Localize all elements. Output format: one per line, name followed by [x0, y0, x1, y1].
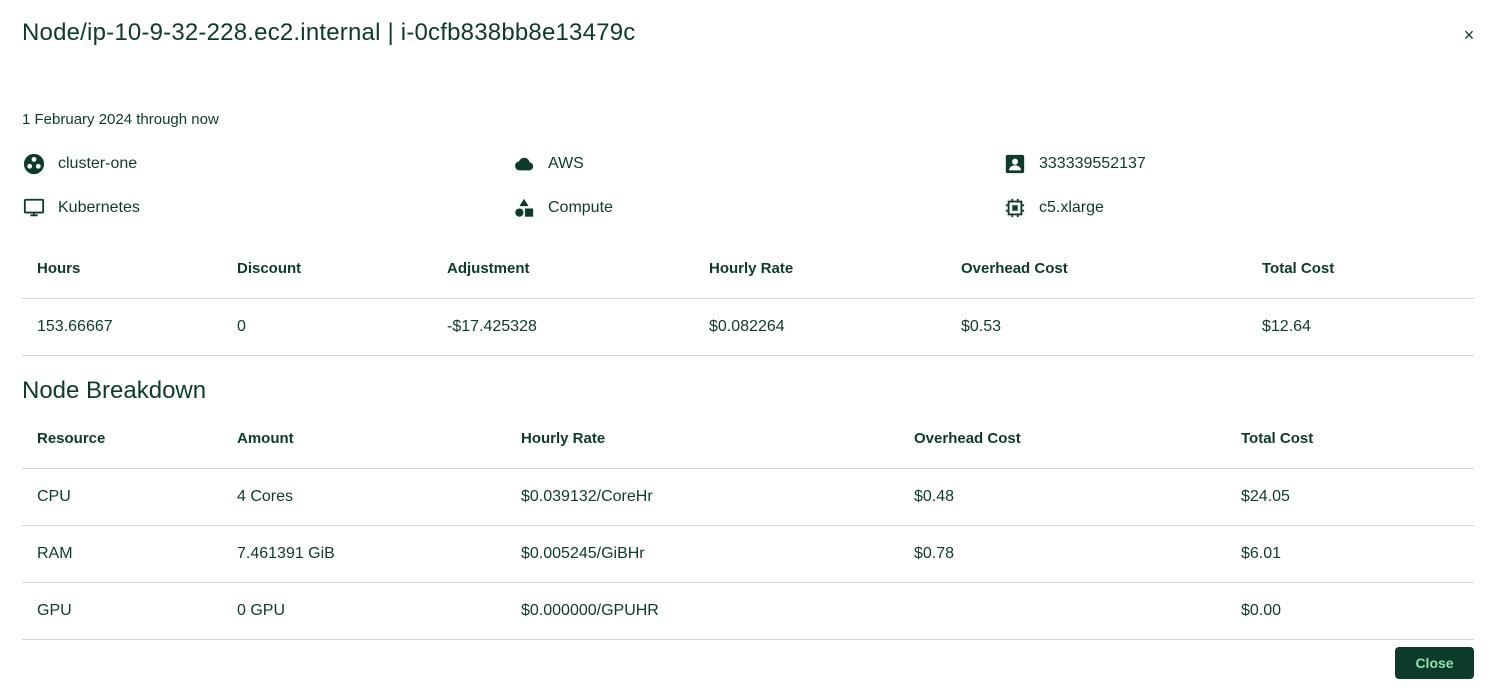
total-cost-cell: $0.00 [1226, 582, 1474, 640]
column-header: Overhead Cost [946, 240, 1247, 299]
resource-cell: GPU [22, 582, 222, 640]
amount-cell: 4 Cores [222, 468, 506, 526]
column-header: Total Cost [1226, 410, 1474, 469]
resource-cell: CPU [22, 468, 222, 526]
meta-provider: AWS [512, 152, 584, 176]
table-row: RAM 7.461391 GiB $0.005245/GiBHr $0.78 $… [22, 525, 1474, 583]
meta-account: 333339552137 [1003, 152, 1146, 176]
column-header: Hours [22, 240, 222, 299]
total-cost-cell: $12.64 [1247, 298, 1474, 356]
meta-instance-type: c5.xlarge [1003, 196, 1104, 220]
column-header: Resource [22, 410, 222, 469]
total-cost-cell: $6.01 [1226, 525, 1474, 583]
discount-cell: 0 [222, 298, 432, 356]
monitor-icon [22, 196, 46, 220]
cluster-label: cluster-one [58, 155, 138, 172]
amount-cell: 0 GPU [222, 582, 506, 640]
table-row: GPU 0 GPU $0.000000/GPUHR $0.00 [22, 582, 1474, 640]
hourly-rate-cell: $0.005245/GiBHr [506, 525, 899, 583]
column-header: Overhead Cost [899, 410, 1226, 469]
table-row: CPU 4 Cores $0.039132/CoreHr $0.48 $24.0… [22, 468, 1474, 526]
date-range: 1 February 2024 through now [22, 111, 219, 128]
cost-summary-table: Hours Discount Adjustment Hourly Rate Ov… [22, 240, 1474, 356]
instance-type-label: c5.xlarge [1039, 199, 1104, 216]
column-header: Hourly Rate [506, 410, 899, 469]
column-header: Total Cost [1247, 240, 1474, 299]
cluster-icon [22, 152, 46, 176]
provider-label: AWS [548, 155, 584, 172]
category-label: Compute [548, 199, 613, 216]
total-cost-cell: $24.05 [1226, 468, 1474, 526]
section-title: Node Breakdown [22, 377, 207, 404]
account-label: 333339552137 [1039, 155, 1146, 172]
meta-category: Compute [512, 196, 613, 220]
column-header: Adjustment [432, 240, 694, 299]
hourly-rate-cell: $0.039132/CoreHr [506, 468, 899, 526]
meta-platform: Kubernetes [22, 196, 140, 220]
hourly-rate-cell: $0.000000/GPUHR [506, 582, 899, 640]
shapes-icon [512, 196, 536, 220]
column-header: Amount [222, 410, 506, 469]
close-button[interactable]: Close [1395, 647, 1474, 679]
overhead-cost-cell: $0.53 [946, 298, 1247, 356]
adjustment-cell: -$17.425328 [432, 298, 694, 356]
node-breakdown-table: Resource Amount Hourly Rate Overhead Cos… [22, 410, 1474, 640]
overhead-cost-cell: $0.78 [899, 525, 1226, 583]
hourly-rate-cell: $0.082264 [694, 298, 946, 356]
dialog-title: Node/ip-10-9-32-228.ec2.internal | i-0cf… [22, 19, 636, 46]
hours-cell: 153.66667 [22, 298, 222, 356]
overhead-cost-cell: $0.48 [899, 468, 1226, 526]
chip-icon [1003, 196, 1027, 220]
platform-label: Kubernetes [58, 199, 140, 216]
resource-cell: RAM [22, 525, 222, 583]
close-icon[interactable]: × [1459, 25, 1479, 45]
column-header: Discount [222, 240, 432, 299]
column-header: Hourly Rate [694, 240, 946, 299]
cloud-icon [512, 152, 536, 176]
table-row: 153.66667 0 -$17.425328 $0.082264 $0.53 … [22, 298, 1474, 356]
account-icon [1003, 152, 1027, 176]
table-header-row: Resource Amount Hourly Rate Overhead Cos… [22, 410, 1474, 469]
amount-cell: 7.461391 GiB [222, 525, 506, 583]
overhead-cost-cell [899, 582, 1226, 640]
meta-cluster: cluster-one [22, 152, 137, 176]
table-header-row: Hours Discount Adjustment Hourly Rate Ov… [22, 240, 1474, 299]
